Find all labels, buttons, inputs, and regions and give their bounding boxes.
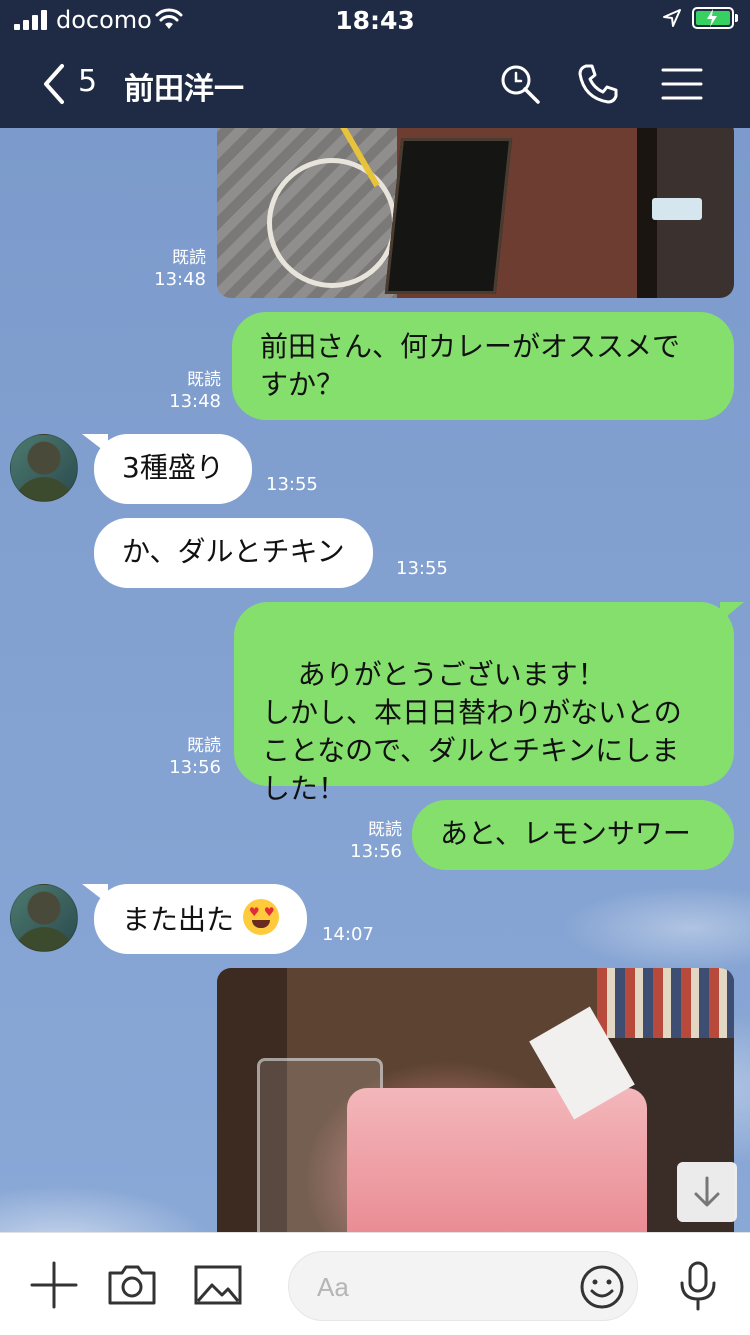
status-time: 18:43 [335, 6, 415, 35]
read-receipt: 既読 [187, 736, 221, 756]
message-time: 13:56 [350, 841, 402, 862]
message-meta: 既読 13:56 [350, 819, 402, 863]
search-icon[interactable] [498, 62, 542, 106]
arrow-down-icon[interactable] [677, 1162, 737, 1222]
microphone-icon[interactable] [672, 1259, 724, 1311]
location-arrow-icon [663, 9, 681, 27]
message-meta: 既読 13:48 [169, 369, 221, 413]
message-time: 13:55 [396, 558, 448, 579]
message-time: 13:48 [169, 391, 221, 412]
heart-eyes-emoji-icon: ♥ ♥ [242, 899, 279, 935]
chat-header: docomo 18:43 5 前田洋一 [0, 0, 750, 128]
plus-icon[interactable] [28, 1259, 80, 1311]
message-time: 13:55 [266, 474, 318, 495]
message-bubble[interactable]: 3種盛り [82, 434, 252, 504]
chat-area[interactable]: 既読 13:48 前田さん、何カレーがオススメですか？ 既読 13:48 3種盛… [0, 128, 750, 1232]
message-bubble[interactable]: また出た ♥ ♥ [82, 884, 307, 954]
message-text: 前田さん、何カレーがオススメですか？ [260, 330, 681, 401]
message-time: 13:56 [169, 757, 221, 778]
chat-title: 前田洋一 [124, 72, 244, 107]
unread-count[interactable]: 5 [78, 64, 97, 99]
message-bubble[interactable]: ありがとうございます！ しかし、本日日替わりがないとのことなので、ダルとチキンに… [234, 602, 744, 805]
back-chevron-icon[interactable] [40, 62, 70, 106]
status-bar: docomo 18:43 [0, 0, 750, 40]
avatar[interactable] [10, 434, 78, 502]
message-text: あと、レモンサワー [440, 817, 691, 850]
battery-icon [692, 7, 734, 29]
phone-icon[interactable] [576, 62, 620, 106]
message-text: ありがとうございます！ しかし、本日日替わりがないとのことなので、ダルとチキンに… [262, 658, 682, 805]
message-bubble[interactable]: か、ダルとチキン [94, 518, 373, 588]
message-bubble[interactable]: 前田さん、何カレーがオススメですか？ [232, 312, 734, 420]
message-time: 13:48 [154, 269, 206, 290]
message-text: また出た [122, 903, 235, 936]
image-icon[interactable] [192, 1259, 244, 1311]
read-receipt: 既読 [172, 248, 206, 268]
read-receipt: 既読 [368, 820, 402, 840]
message-composer-bar [0, 1232, 750, 1335]
message-input[interactable] [315, 1266, 569, 1308]
message-bubble[interactable]: あと、レモンサワー [412, 800, 734, 870]
message-time: 14:07 [322, 924, 374, 945]
message-text: か、ダルとチキン [122, 535, 345, 568]
read-receipt: 既読 [187, 370, 221, 390]
camera-icon[interactable] [106, 1259, 158, 1311]
message-text: 3種盛り [122, 451, 224, 484]
emoji-icon[interactable] [579, 1264, 625, 1310]
menu-icon[interactable] [660, 62, 704, 106]
avatar[interactable] [10, 884, 78, 952]
message-meta: 既読 13:48 [154, 247, 206, 291]
image-message-bicycle[interactable] [217, 128, 734, 298]
image-message-drink[interactable] [217, 968, 734, 1232]
message-meta: 既読 13:56 [169, 735, 221, 779]
message-input-field[interactable] [288, 1251, 638, 1321]
